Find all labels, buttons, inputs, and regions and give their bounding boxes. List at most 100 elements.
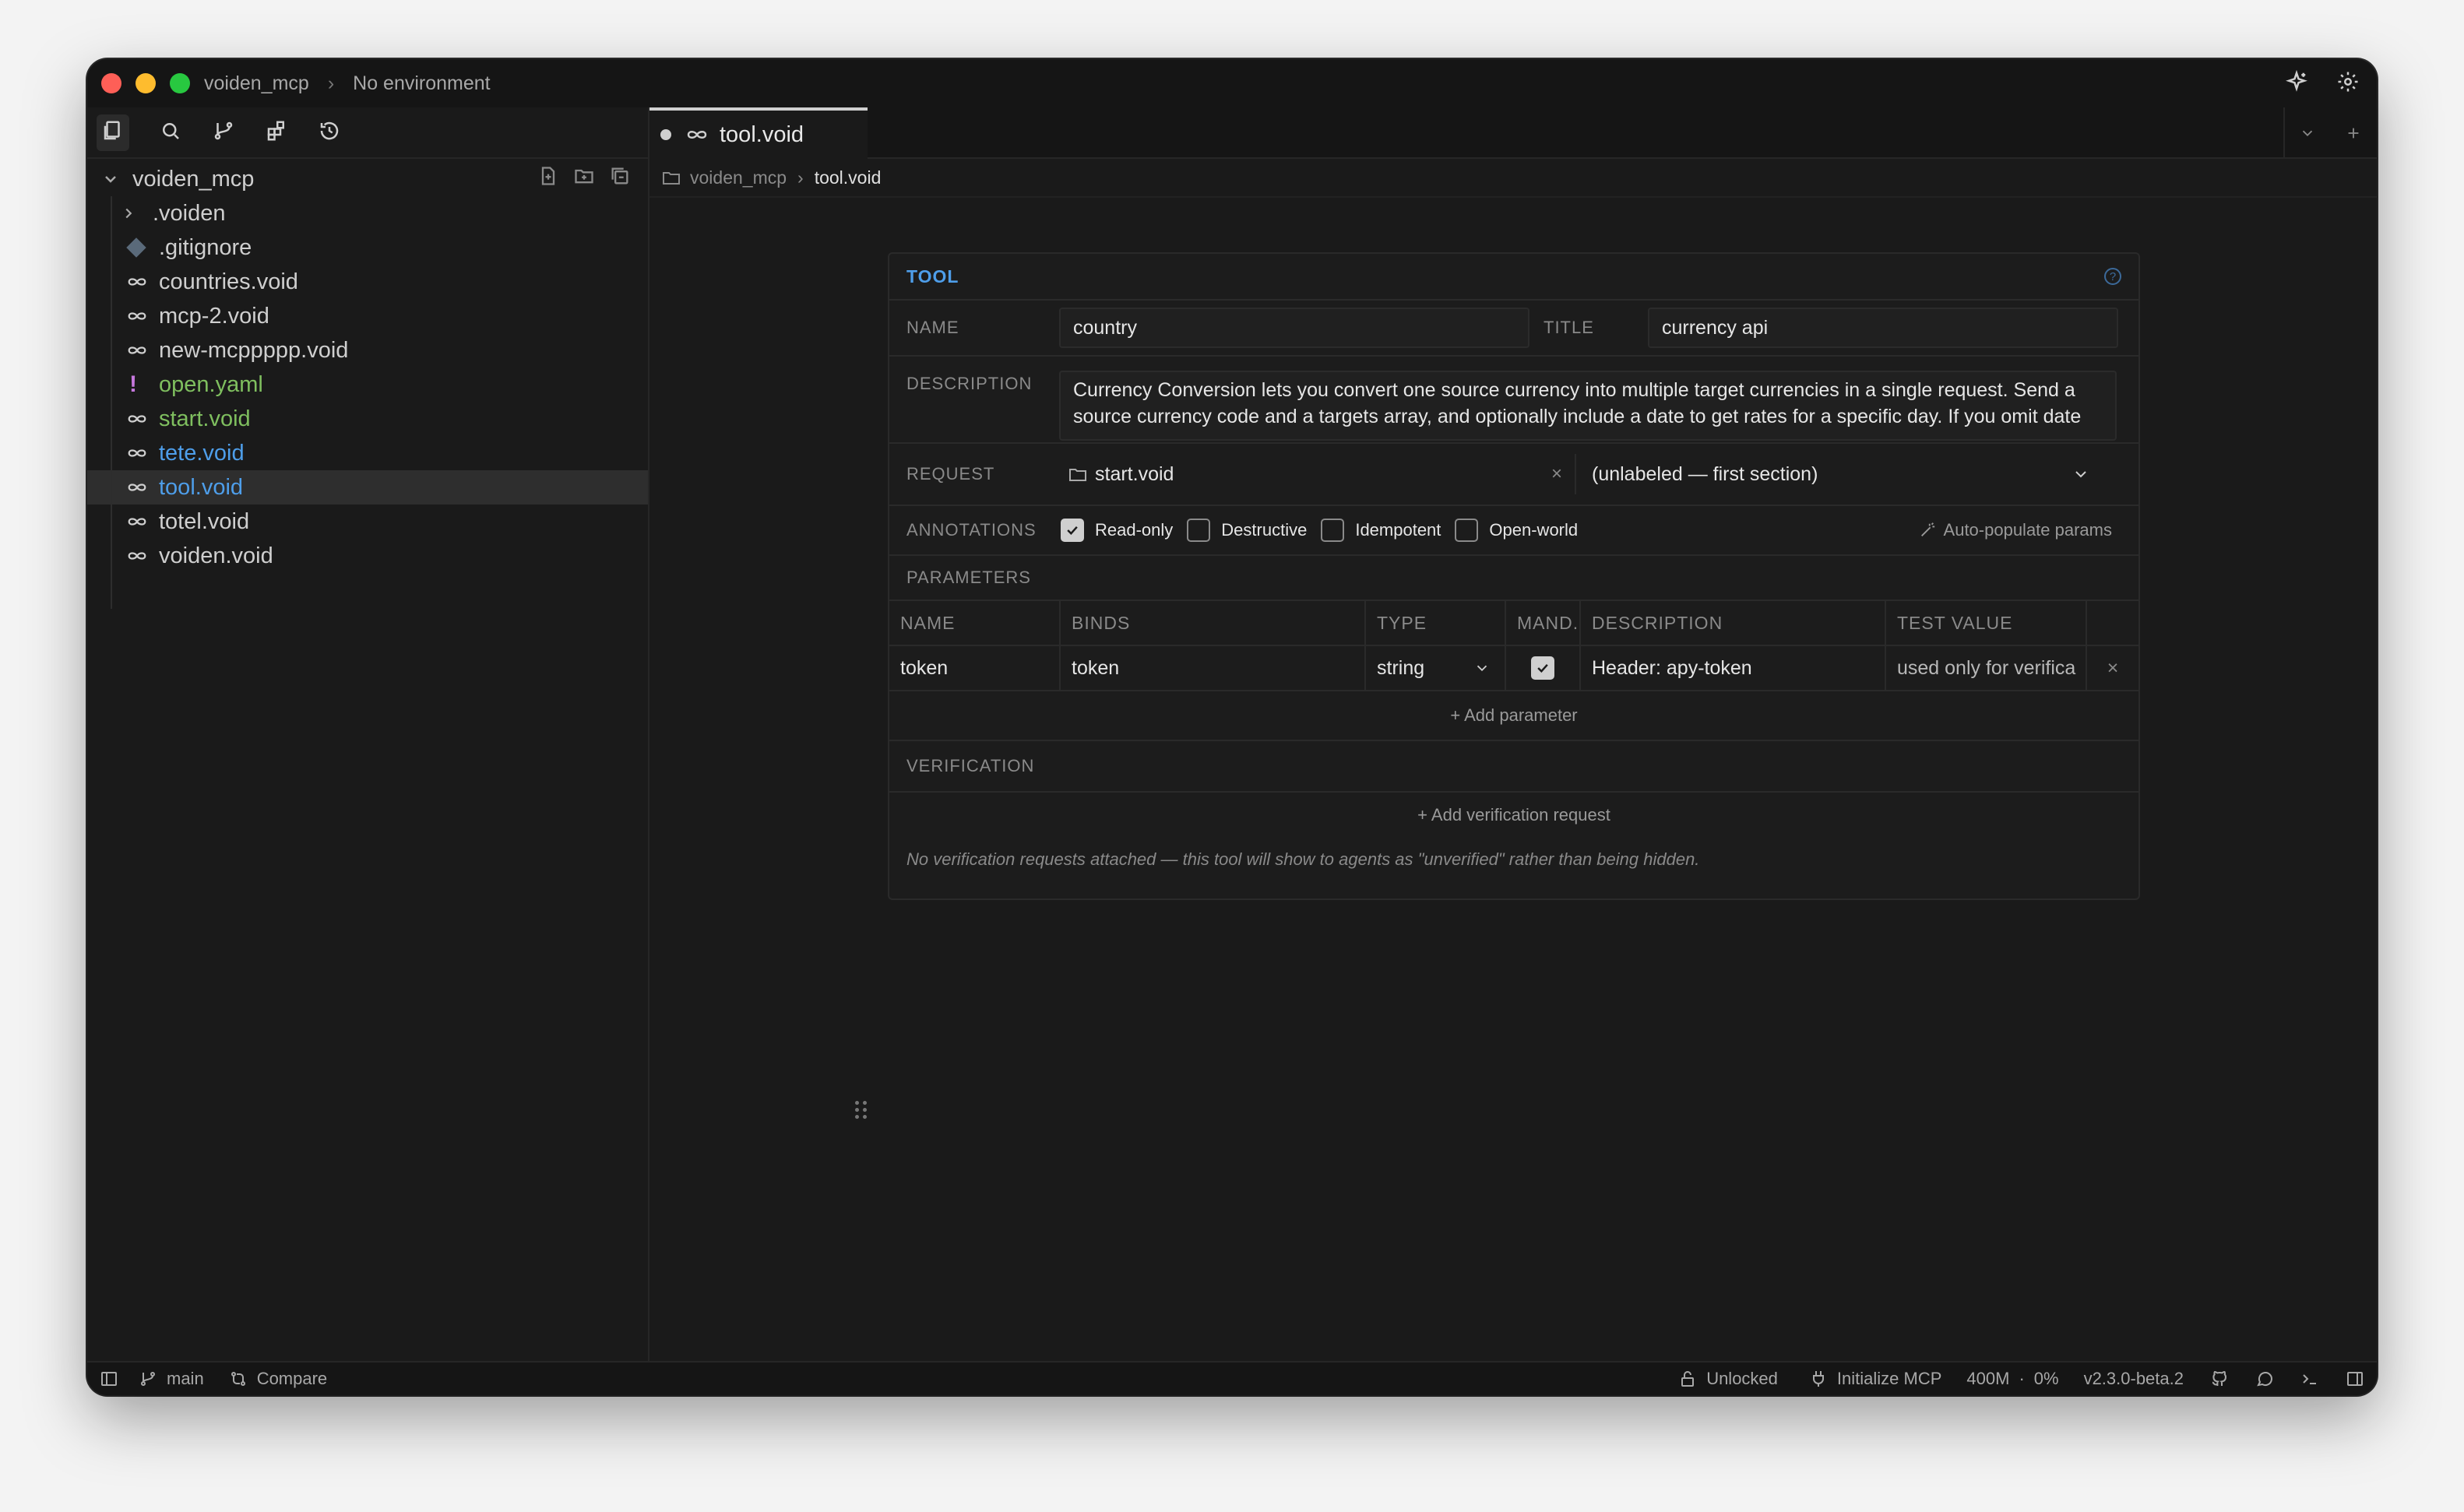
param-test-value-input[interactable]: used only for verifica	[1886, 646, 2087, 690]
param-type-label: string	[1377, 656, 1425, 679]
column-header: TYPE	[1366, 601, 1506, 645]
title-input[interactable]: currency api	[1648, 308, 2118, 348]
tool-header: TOOL	[906, 265, 959, 287]
auto-populate-button[interactable]: Auto-populate params	[1919, 520, 2112, 540]
tree-item-totel[interactable]: totel.void	[87, 505, 648, 539]
auto-populate-label: Auto-populate params	[1943, 520, 2112, 540]
tree-item-label: mcp-2.void	[159, 303, 269, 329]
description-text: Currency Conversion lets you convert one…	[1073, 379, 2082, 427]
version-label: v2.3.0-beta.2	[2083, 1369, 2184, 1388]
new-file-icon[interactable]	[537, 165, 559, 193]
tree-item-label: new-mcppppp.void	[159, 337, 349, 363]
chat-icon[interactable]	[2255, 1370, 2274, 1388]
initialize-mcp-button[interactable]: Initialize MCP	[1809, 1369, 1941, 1389]
breadcrumb-file[interactable]: tool.void	[815, 167, 882, 188]
project-root[interactable]: voiden_mcp	[87, 162, 648, 196]
sparkle-icon[interactable]	[2285, 69, 2308, 97]
minimize-window-button[interactable]	[136, 73, 156, 93]
unsaved-indicator	[660, 129, 671, 140]
param-name-input[interactable]: token	[889, 646, 1061, 690]
clear-request-icon[interactable]: ×	[1551, 463, 1562, 485]
drag-handle[interactable]	[855, 1101, 868, 1119]
search-icon[interactable]	[159, 119, 182, 146]
compare-button[interactable]: Compare	[229, 1369, 327, 1389]
app-window: voiden_mcp › No environment voiden_mcp .…	[87, 59, 2377, 1395]
tree-item-gitignore[interactable]: .gitignore	[87, 230, 648, 265]
annotation-open-world[interactable]: Open-world	[1455, 519, 1578, 542]
description-textarea[interactable]: Currency Conversion lets you convert one…	[1059, 371, 2117, 441]
annotation-read-only[interactable]: Read-only	[1061, 519, 1173, 542]
param-binds-input[interactable]: token	[1061, 646, 1366, 690]
tree-item-countries[interactable]: countries.void	[87, 265, 648, 299]
chevron-right-icon: ›	[797, 167, 804, 188]
tree-item-voiden-folder[interactable]: .voiden	[87, 196, 648, 230]
chevron-right-icon	[120, 205, 153, 222]
annotation-idempotent[interactable]: Idempotent	[1321, 519, 1441, 542]
chevron-down-icon	[105, 176, 116, 183]
git-branch-icon[interactable]	[212, 119, 235, 146]
verification-label: VERIFICATION	[906, 756, 1035, 775]
lock-status[interactable]: Unlocked	[1678, 1369, 1778, 1389]
tree-item-tool[interactable]: tool.void	[87, 470, 648, 505]
param-description-input[interactable]: Header: apy-token	[1581, 646, 1886, 690]
chevron-down-icon	[1477, 665, 1487, 672]
tree-item-start[interactable]: start.void	[87, 402, 648, 436]
project-name[interactable]: voiden_mcp	[204, 72, 309, 95]
collapse-all-icon[interactable]	[609, 165, 631, 193]
gear-icon[interactable]	[2336, 70, 2360, 97]
checkbox[interactable]	[1455, 519, 1479, 542]
maximize-window-button[interactable]	[170, 73, 190, 93]
add-parameter-button[interactable]: + Add parameter	[1450, 705, 1577, 726]
toggle-panel-icon[interactable]	[2346, 1370, 2364, 1388]
help-icon[interactable]: ?	[2104, 268, 2121, 285]
git-branch-status[interactable]: main	[139, 1369, 204, 1389]
environment-selector[interactable]: No environment	[353, 72, 490, 95]
tree-item-new-mcppppp[interactable]: new-mcppppp.void	[87, 333, 648, 367]
checkbox[interactable]	[1187, 519, 1211, 542]
tree-item-tete[interactable]: tete.void	[87, 436, 648, 470]
extensions-icon[interactable]	[265, 119, 288, 146]
checkbox[interactable]	[1061, 519, 1084, 542]
status-bar: main Compare Unlocked Initialize MCP 400…	[87, 1361, 2377, 1395]
name-label: NAME	[906, 318, 959, 337]
annotation-label: Idempotent	[1355, 520, 1441, 540]
checkbox[interactable]	[1321, 519, 1345, 542]
github-icon[interactable]	[2210, 1370, 2229, 1388]
history-icon[interactable]	[318, 119, 341, 146]
toggle-sidebar-icon[interactable]	[100, 1370, 118, 1388]
tab-list-button[interactable]	[2283, 107, 2330, 159]
request-section-select[interactable]: (unlabeled — first section)	[1576, 454, 2106, 494]
tool-card: TOOL ? NAME country TITLE currency api D…	[888, 252, 2140, 900]
tree-item-mcp-2[interactable]: mcp-2.void	[87, 299, 648, 333]
terminal-icon[interactable]	[2300, 1370, 2319, 1388]
mandatory-checkbox[interactable]	[1531, 656, 1554, 680]
tree-item-label: open.yaml	[159, 371, 263, 397]
tab-tool-void[interactable]: tool.void	[649, 107, 868, 159]
void-file-icon	[126, 446, 159, 460]
annotation-destructive[interactable]: Destructive	[1187, 519, 1307, 542]
annotations-label: ANNOTATIONS	[906, 520, 1037, 540]
close-window-button[interactable]	[101, 73, 121, 93]
sidebar-toolbar	[87, 107, 648, 159]
compare-icon	[231, 1372, 245, 1386]
lock-icon	[1681, 1371, 1695, 1387]
request-file-picker[interactable]: start.void ×	[1059, 454, 1576, 494]
remove-param-icon[interactable]: ×	[2087, 646, 2138, 690]
project-root-label: voiden_mcp	[132, 166, 255, 192]
new-tab-button[interactable]	[2330, 107, 2377, 159]
void-file-icon	[126, 343, 159, 357]
tree-item-open-yaml[interactable]: ! open.yaml	[87, 367, 648, 402]
git-branch-icon	[141, 1372, 155, 1386]
tree-item-label: start.void	[159, 406, 251, 431]
void-file-icon	[126, 275, 159, 289]
file-explorer-sidebar: voiden_mcp .voiden .gitignore countries.…	[87, 107, 649, 1361]
files-icon[interactable]	[97, 114, 129, 151]
annotation-label: Open-world	[1489, 520, 1579, 540]
tree-item-voiden[interactable]: voiden.void	[87, 539, 648, 573]
breadcrumb-folder[interactable]: voiden_mcp	[690, 167, 787, 188]
add-verification-button[interactable]: + Add verification request	[1417, 805, 1610, 825]
new-folder-icon[interactable]	[573, 165, 595, 193]
name-input[interactable]: country	[1059, 308, 1529, 348]
folder-icon	[1069, 469, 1086, 481]
param-type-select[interactable]: string	[1366, 646, 1506, 690]
